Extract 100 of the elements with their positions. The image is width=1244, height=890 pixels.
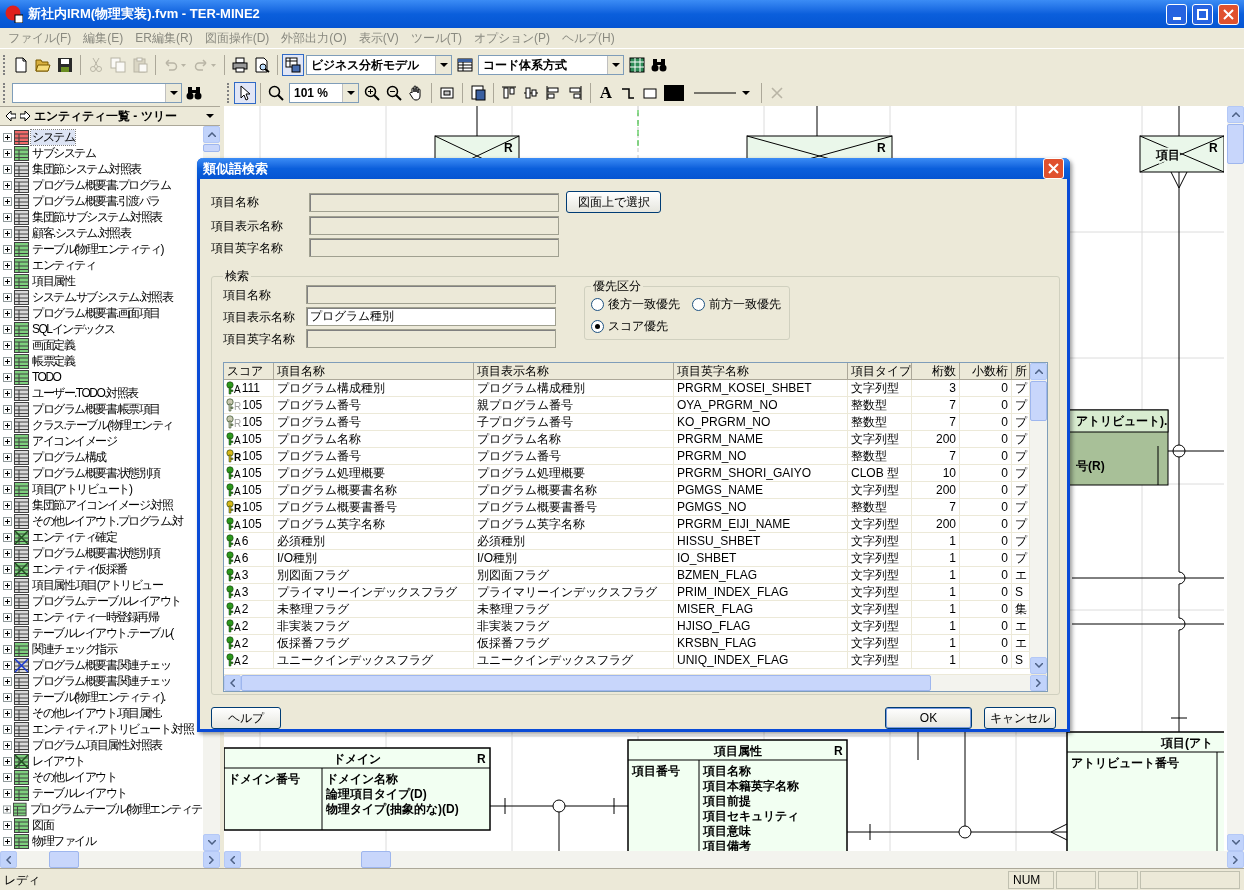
expand-icon[interactable]: [3, 148, 12, 158]
tree-item[interactable]: テーブルレイアウト.テーブル(: [31, 625, 174, 641]
tree-item[interactable]: ユーザー.TODO.対照表: [31, 385, 139, 401]
tree-item[interactable]: プログラム概要書.画面項目: [31, 305, 161, 321]
radio-button[interactable]: [692, 297, 705, 311]
input-field[interactable]: プログラム種別: [306, 307, 556, 326]
expand-icon[interactable]: [3, 772, 12, 782]
radio-button[interactable]: [591, 297, 604, 311]
ok-button[interactable]: OK: [885, 707, 972, 729]
horizontal-scrollbar[interactable]: [224, 851, 1244, 868]
tree-item[interactable]: 項目(アトリビュート): [31, 481, 133, 497]
view-entity-box[interactable]: [1139, 135, 1224, 173]
expand-icon[interactable]: [3, 724, 12, 734]
scroll-thumb[interactable]: [1030, 381, 1047, 421]
tree-item[interactable]: テーブル(物理エンティティ): [31, 241, 164, 257]
column-header[interactable]: 桁数: [912, 363, 960, 380]
expand-icon[interactable]: [3, 324, 12, 334]
expand-icon[interactable]: [3, 564, 12, 574]
expand-icon[interactable]: [3, 692, 12, 702]
expand-icon[interactable]: [3, 372, 12, 382]
column-header[interactable]: 項目タイプ: [848, 363, 912, 380]
tree-item[interactable]: プログラム概要書.プログラム: [31, 177, 172, 193]
tree-item[interactable]: その他レイアウト.項目属性.: [31, 705, 163, 721]
expand-icon[interactable]: [3, 532, 12, 542]
tree-item[interactable]: TODO: [31, 369, 62, 385]
tree-item[interactable]: プログラム.テーブル(物理エンティテ: [28, 801, 203, 817]
expand-icon[interactable]: [3, 500, 12, 510]
table-select-button[interactable]: [282, 53, 304, 76]
entity-box[interactable]: [627, 739, 848, 851]
expand-icon[interactable]: [3, 452, 12, 462]
back-icon[interactable]: [6, 111, 16, 121]
expand-icon[interactable]: [3, 164, 12, 174]
expand-icon[interactable]: [3, 260, 12, 270]
tree-item[interactable]: プログラム概要書.引渡パラ: [31, 193, 161, 209]
expand-icon[interactable]: [3, 404, 12, 414]
expand-icon[interactable]: [3, 196, 12, 206]
expand-icon[interactable]: [3, 420, 12, 430]
scroll-thumb[interactable]: [203, 144, 220, 152]
expand-icon[interactable]: [3, 788, 12, 798]
expand-icon[interactable]: [3, 820, 12, 830]
tree-item[interactable]: SQLインデックス: [31, 321, 116, 337]
tree-item[interactable]: 関連チェック指示: [31, 641, 117, 657]
radio-label[interactable]: 後方一致優先: [608, 295, 680, 313]
expand-icon[interactable]: [3, 596, 12, 606]
expand-icon[interactable]: [3, 756, 12, 766]
help-button[interactable]: ヘルプ: [211, 707, 281, 729]
expand-icon[interactable]: [3, 308, 12, 318]
expand-icon[interactable]: [3, 292, 12, 302]
tree-item[interactable]: 集団節.アイコンイメージ.対照: [31, 497, 174, 513]
expand-icon[interactable]: [3, 228, 12, 238]
relationship-line[interactable]: [917, 731, 919, 761]
tree-item[interactable]: プログラム概要書.帳票項目: [31, 401, 161, 417]
close-button[interactable]: [1218, 3, 1239, 25]
column-header[interactable]: 項目名称: [274, 363, 474, 380]
tree-item[interactable]: プログラム概要書.状態別項: [31, 465, 161, 481]
expand-icon[interactable]: [3, 340, 12, 350]
scroll-thumb[interactable]: [241, 675, 931, 691]
cancel-button[interactable]: キャンセル: [984, 707, 1056, 729]
tree-item[interactable]: エンティティ.アトリビュート.対照: [31, 721, 195, 737]
entity-box[interactable]: [224, 747, 491, 831]
expand-icon[interactable]: [3, 804, 12, 814]
select-on-diagram-button[interactable]: 図面上で選択: [566, 191, 661, 213]
expand-icon[interactable]: [3, 836, 12, 846]
tree-item[interactable]: 顧客.システム.対照表: [31, 225, 132, 241]
tree-item[interactable]: システム: [31, 129, 75, 145]
vertical-scrollbar[interactable]: [1030, 363, 1047, 674]
expand-icon[interactable]: [3, 436, 12, 446]
tree-item[interactable]: 項目属性: [31, 273, 75, 289]
tree-item[interactable]: 帳票定義: [31, 353, 75, 369]
tree-item[interactable]: プログラム.項目属性.対照表: [31, 737, 163, 753]
tree-item[interactable]: サブシステム: [31, 145, 96, 161]
relationship-line[interactable]: [846, 731, 1068, 841]
tree-item[interactable]: プログラム.テーブルレイアウト: [31, 593, 182, 609]
tree-item[interactable]: エンティティ仮採番: [31, 561, 128, 577]
pointer-button[interactable]: [234, 82, 256, 104]
tree-item[interactable]: プログラム概要書.関連チェッ: [31, 673, 172, 689]
tree-item[interactable]: エンティティ: [31, 257, 96, 273]
relationship-line[interactable]: [489, 797, 629, 851]
horizontal-scrollbar[interactable]: [0, 851, 220, 868]
scroll-thumb[interactable]: [1227, 124, 1244, 164]
column-header[interactable]: 所: [1012, 363, 1030, 380]
expand-icon[interactable]: [3, 708, 12, 718]
tree-item[interactable]: プログラム概要書.状態別項: [31, 545, 161, 561]
expand-icon[interactable]: [3, 548, 12, 558]
radio-label[interactable]: 前方一致優先: [709, 295, 781, 313]
tree-item[interactable]: プログラム構成: [31, 449, 107, 465]
expand-icon[interactable]: [3, 644, 12, 654]
tree-item[interactable]: 図面: [31, 817, 54, 833]
vertical-scrollbar[interactable]: [1227, 106, 1244, 851]
tree-item[interactable]: テーブルレイアウト: [31, 785, 128, 801]
entity-box[interactable]: [1066, 731, 1224, 851]
expand-icon[interactable]: [3, 660, 12, 670]
expand-icon[interactable]: [3, 484, 12, 494]
horizontal-scrollbar[interactable]: [224, 674, 1047, 691]
tree-item[interactable]: 項目属性.項目(アトリビュー: [31, 577, 164, 593]
expand-icon[interactable]: [3, 740, 12, 750]
minimize-button[interactable]: [1166, 3, 1187, 25]
radio-button[interactable]: [591, 319, 604, 333]
radio-label[interactable]: スコア優先: [608, 317, 668, 335]
expand-icon[interactable]: [3, 212, 12, 222]
